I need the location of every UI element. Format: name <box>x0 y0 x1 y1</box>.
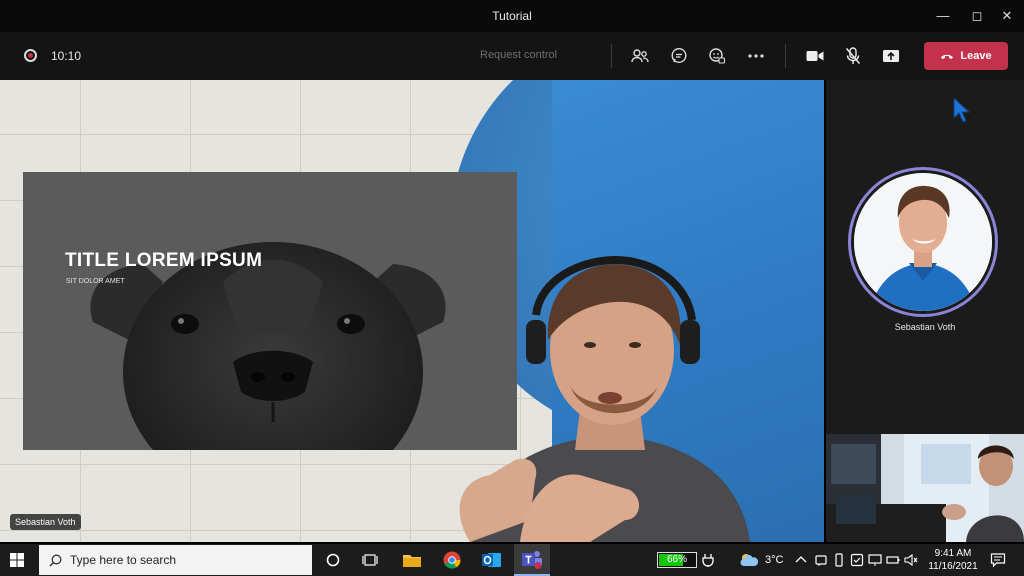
phone-link-icon[interactable] <box>832 553 846 567</box>
people-icon[interactable] <box>628 44 652 68</box>
mic-off-icon[interactable] <box>841 44 865 68</box>
phone-hangup-icon <box>941 54 954 60</box>
file-explorer-icon[interactable] <box>400 548 424 572</box>
participant-avatar-ring <box>848 167 998 317</box>
reactions-icon[interactable] <box>705 44 729 68</box>
weather-cloud-icon[interactable] <box>740 552 758 568</box>
participant-panel: Sebastian Voth <box>826 80 1024 542</box>
shared-content-stage: TITLE LOREM IPSUM SIT DOLOR AMET Sebasti… <box>0 80 824 542</box>
self-view-video <box>826 434 1024 542</box>
chat-icon[interactable] <box>667 44 691 68</box>
task-view-icon[interactable] <box>358 548 382 572</box>
chrome-icon[interactable] <box>440 548 464 572</box>
self-view-image <box>826 434 1024 542</box>
leave-label: Leave <box>960 50 992 62</box>
camera-icon[interactable] <box>803 44 827 68</box>
battery-tray-icon[interactable] <box>886 553 900 567</box>
power-plug-icon[interactable] <box>701 553 715 567</box>
clock-date: 11/16/2021 <box>928 561 978 572</box>
meeting-timer: 10:10 <box>51 49 82 63</box>
volume-muted-icon[interactable] <box>904 553 918 567</box>
search-placeholder: Type here to search <box>70 553 177 567</box>
teams-taskbar-button[interactable] <box>514 544 550 576</box>
recording-icon <box>24 49 37 62</box>
slide-subtitle: SIT DOLOR AMET <box>66 278 125 285</box>
avatar[interactable] <box>854 173 992 311</box>
window-title: Tutorial <box>492 9 532 23</box>
toolbar-divider <box>785 44 786 68</box>
battery-indicator[interactable]: 66% <box>657 552 697 568</box>
share-icon[interactable] <box>879 44 903 68</box>
windows-taskbar: Type here to search 66% 3°C 9:41 AM 11/1… <box>0 544 1024 576</box>
security-icon[interactable] <box>850 553 864 567</box>
taskbar-clock[interactable]: 9:41 AM 11/16/2021 <box>924 547 982 573</box>
slide-title: TITLE LOREM IPSUM <box>65 250 263 271</box>
clock-time: 9:41 AM <box>934 548 972 559</box>
battery-percentage: 66% <box>666 554 687 565</box>
notifications-icon[interactable] <box>990 552 1006 568</box>
teams-icon <box>522 551 542 569</box>
participant-name: Sebastian Voth <box>894 322 956 332</box>
close-button[interactable]: ✕ <box>990 4 1024 28</box>
toolbar-divider <box>611 44 612 68</box>
windows-start-icon[interactable] <box>10 553 24 567</box>
cortana-icon[interactable] <box>321 548 345 572</box>
leave-button[interactable]: Leave <box>924 42 1008 70</box>
minimize-button[interactable]: — <box>926 4 960 28</box>
outlook-icon[interactable] <box>480 548 504 572</box>
weather-temperature: 3°C <box>765 554 784 566</box>
presenter-video <box>459 255 750 542</box>
request-control-button[interactable]: Request control <box>480 49 557 61</box>
mouse-pointer-icon <box>953 96 971 123</box>
presenter-name-tag: Sebastian Voth <box>10 514 81 530</box>
chevron-up-icon[interactable] <box>794 553 808 567</box>
meeting-toolbar: 10:10 Request control Leave <box>0 32 1024 80</box>
more-icon[interactable] <box>744 44 768 68</box>
display-icon[interactable] <box>868 553 882 567</box>
maximize-button[interactable]: ◻ <box>960 4 994 28</box>
network-device-icon[interactable] <box>814 553 828 567</box>
taskbar-search-box[interactable]: Type here to search <box>39 545 312 575</box>
search-icon <box>49 554 62 566</box>
participant-photo <box>854 173 992 311</box>
window-titlebar: Tutorial — ◻ ✕ <box>0 0 1024 32</box>
